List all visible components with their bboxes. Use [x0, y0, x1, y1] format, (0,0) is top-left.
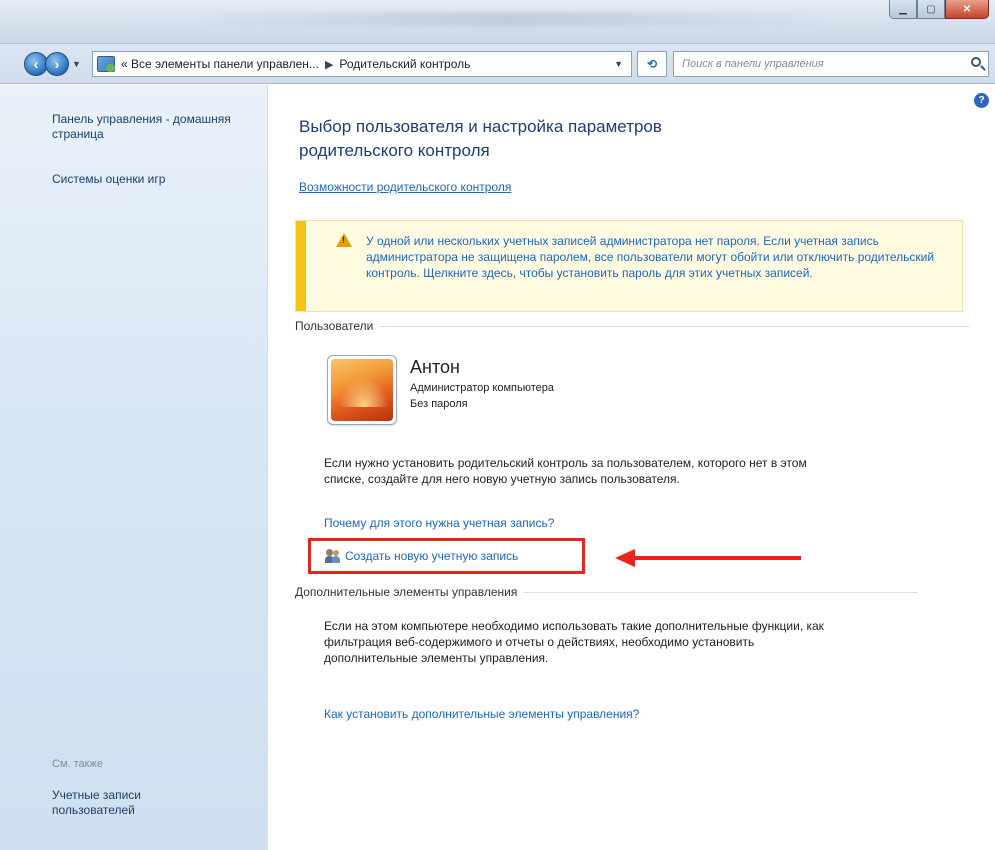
sidebar-item-user-accounts[interactable]: Учетные записи пользователей [52, 788, 172, 818]
create-account-label[interactable]: Создать новую учетную запись [345, 549, 518, 563]
recent-pages-dropdown-icon[interactable]: ▼ [72, 59, 81, 69]
user-password-status: Без пароля [410, 398, 468, 410]
address-segment-all-items[interactable]: « Все элементы панели управлен... [121, 57, 319, 71]
admin-password-warning[interactable]: У одной или нескольких учетных записей а… [295, 220, 963, 312]
refresh-button[interactable]: ⟲ [637, 51, 667, 77]
section-divider [523, 591, 919, 593]
avatar[interactable] [327, 355, 397, 425]
search-input[interactable] [673, 51, 989, 77]
warning-bar [296, 221, 306, 311]
control-panel-icon [97, 56, 115, 72]
main-content: ? Выбор пользователя и настройка парамет… [269, 85, 995, 850]
warning-text[interactable]: У одной или нескольких учетных записей а… [366, 233, 956, 281]
window-titlebar[interactable]: ▁ ▢ ✕ [0, 0, 995, 44]
forward-button[interactable]: › [45, 52, 69, 76]
navigation-bar: ‹ › ▼ « Все элементы панели управлен... … [0, 44, 995, 84]
create-account-info: Если нужно установить родительский контр… [324, 456, 807, 486]
users-icon [325, 549, 341, 563]
close-button[interactable]: ✕ [945, 0, 989, 19]
refresh-icon: ⟲ [646, 57, 658, 71]
parental-controls-features-link[interactable]: Возможности родительского контроля [299, 180, 511, 194]
user-name[interactable]: Антон [410, 357, 460, 378]
section-divider [379, 325, 970, 327]
address-dropdown-icon[interactable]: ▼ [614, 59, 623, 69]
red-arrow-annotation [615, 549, 801, 567]
create-account-link[interactable]: Создать новую учетную запись [325, 549, 518, 563]
minimize-button[interactable]: ▁ [889, 0, 917, 19]
blurred-window-title [190, 12, 830, 26]
address-segment-parental-controls[interactable]: Родительский контроль [339, 57, 470, 71]
address-bar[interactable]: « Все элементы панели управлен... ▶ Роди… [92, 51, 632, 77]
users-section-header: Пользователи [295, 319, 970, 333]
maximize-button[interactable]: ▢ [917, 0, 945, 19]
user-role: Администратор компьютера [410, 382, 554, 394]
extra-controls-info: Если на этом компьютере необходимо испол… [324, 619, 824, 665]
extra-controls-section-title: Дополнительные элементы управления [295, 585, 518, 599]
sidebar-item-control-panel-home[interactable]: Панель управления - домашняя страница [52, 112, 252, 142]
search-icon[interactable] [971, 57, 981, 67]
see-also-heading: См. также [52, 758, 103, 770]
install-extra-controls-link[interactable]: Как установить дополнительные элементы у… [324, 707, 639, 721]
warning-icon [336, 233, 352, 247]
sidebar: Панель управления - домашняя страница Си… [0, 85, 268, 850]
user-picture [331, 359, 393, 421]
window-controls: ▁ ▢ ✕ [889, 0, 989, 20]
why-account-link[interactable]: Почему для этого нужна учетная запись? [324, 516, 554, 530]
sidebar-item-game-ratings[interactable]: Системы оценки игр [52, 172, 252, 187]
help-icon[interactable]: ? [974, 93, 989, 108]
page-title: Выбор пользователя и настройка параметро… [299, 117, 662, 160]
users-section-title: Пользователи [295, 319, 374, 333]
extra-controls-section-header: Дополнительные элементы управления [295, 585, 919, 599]
address-separator-icon[interactable]: ▶ [325, 58, 333, 71]
